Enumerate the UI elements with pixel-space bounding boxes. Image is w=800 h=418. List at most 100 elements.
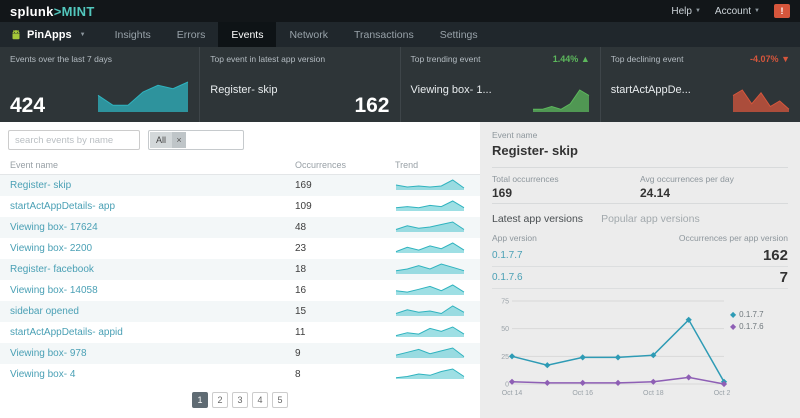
logo-mint: MINT [61,3,95,19]
nav-item-network[interactable]: Network [276,22,341,47]
event-name-link[interactable]: sidebar opened [10,306,79,317]
table-row[interactable]: Viewing box- 2200 23 [0,238,480,259]
sparkline-chart [395,179,465,190]
svg-text:Oct 14: Oct 14 [502,390,523,397]
trend-sparkline [385,196,480,217]
versions-line-chart: 0 25 50 75 Oct 14 Oct 16 Oct 18 Oct 20 [501,299,730,398]
nav-item-transactions[interactable]: Transactions [341,22,427,47]
trend-sparkline [385,174,480,196]
table-row[interactable]: sidebar opened 15 [0,301,480,322]
topbar: splunk>MINT Help ▼ Account ▼ ! [0,0,800,22]
events-7d-sparkline [97,79,189,116]
declining-event-name[interactable]: startActAppDe... [611,84,691,96]
declining-delta: -4.07% ▼ [750,54,790,64]
page-button-4[interactable]: 4 [252,392,268,408]
card-title: Top trending event [410,54,481,64]
divider [492,167,788,168]
occurrences-value: 11 [295,327,306,338]
content: All × Event name Occurrences Trend Regis… [0,122,800,418]
event-name-link[interactable]: Viewing box- 4 [10,369,75,380]
table-row[interactable]: startActAppDetails- appid 11 [0,322,480,343]
table-row[interactable]: Register- facebook 18 [0,259,480,280]
event-name-link[interactable]: Viewing box- 978 [10,348,87,359]
topbar-menus: Help ▼ Account ▼ ! [671,4,790,18]
trend-sparkline [385,259,480,280]
version-link[interactable]: 0.1.7.6 [492,272,523,283]
events-table: Event name Occurrences Trend Register- s… [0,156,480,385]
filter-chip-label: All [156,135,167,145]
column-header-occurrences: Occurrences [285,156,385,175]
table-row[interactable]: startActAppDetails- app 109 [0,196,480,217]
sparkline-chart [395,284,465,295]
sparkline-chart [395,200,465,211]
tab-popular-app-versions[interactable]: Popular app versions [601,213,700,225]
table-row[interactable]: Viewing box- 14058 16 [0,280,480,301]
legend-item-0.1.7.7: ◆ 0.1.7.7 [730,310,764,319]
page-button-5[interactable]: 5 [272,392,288,408]
top-event-value: 162 [354,94,390,117]
sparkline-chart [395,263,465,274]
table-row[interactable]: Register- skip 169 [0,174,480,196]
sparkline-chart [395,221,465,232]
nav-items: Insights Errors Events Network Transactions S… [102,22,491,47]
table-row[interactable]: Viewing box- 4 8 [0,364,480,385]
trend-up-icon: ▲ [580,54,590,64]
occurrences-value: 109 [295,201,312,212]
stat-total-occurrences: Total occurrences 169 [492,174,559,200]
nav-item-insights[interactable]: Insights [102,22,164,47]
help-menu[interactable]: Help ▼ [671,6,701,17]
remove-filter-icon[interactable]: × [172,132,187,148]
legend-swatch-icon: ◆ [730,322,737,331]
page-button-1[interactable]: 1 [192,392,208,408]
sparkline-chart [732,89,790,112]
nav-item-settings[interactable]: Settings [427,22,491,47]
page-button-2[interactable]: 2 [212,392,228,408]
detail-event-name-label: Event name [492,130,538,140]
summary-card-declining: Top declining event -4.07% ▼ startActApp… [599,47,800,122]
account-menu[interactable]: Account ▼ [715,6,760,17]
splunk-mint-logo: splunk>MINT [10,4,95,19]
version-row: 0.1.7.6 7 [492,267,788,289]
sparkline-chart [395,242,465,253]
event-name-link[interactable]: Register- skip [10,180,71,191]
page-button-3[interactable]: 3 [232,392,248,408]
nav-item-events[interactable]: Events [218,22,277,47]
svg-text:Oct 16: Oct 16 [572,390,593,397]
sparkline-chart [395,347,465,358]
svg-text:25: 25 [501,354,509,361]
filter-select[interactable]: All × [148,130,244,150]
trending-event-name[interactable]: Viewing box- 1... [411,84,492,96]
table-row[interactable]: Viewing box- 978 9 [0,343,480,364]
occurrences-value: 16 [295,285,307,296]
event-name-link[interactable]: startActAppDetails- app [10,201,115,212]
divider [492,203,788,204]
version-occurrences: 162 [762,247,788,264]
top-event-name[interactable]: Register- skip [210,84,277,96]
column-header-trend: Trend [385,156,480,175]
version-link[interactable]: 0.1.7.7 [492,250,523,261]
alerts-icon[interactable]: ! [774,4,790,18]
event-name-link[interactable]: startActAppDetails- appid [10,327,123,338]
legend-swatch-icon: ◆ [730,310,737,319]
stat-avg-occurrences: Avg occurrences per day 24.14 [640,174,734,200]
trend-sparkline [385,238,480,259]
summary-card-top-event: Top event in latest app version Register… [199,47,399,122]
event-name-link[interactable]: Viewing box- 17624 [10,222,98,233]
version-occurrences: 7 [779,269,788,286]
event-name-link[interactable]: Register- facebook [10,264,94,275]
event-name-link[interactable]: Viewing box- 2200 [10,243,92,254]
sparkline-chart [395,368,465,379]
app-switcher[interactable]: PinApps ▼ [8,22,96,47]
sparkline-chart [395,305,465,316]
nav-item-errors[interactable]: Errors [164,22,219,47]
search-input[interactable] [8,130,140,150]
event-name-link[interactable]: Viewing box- 14058 [10,285,98,296]
trend-sparkline [385,217,480,238]
card-title: Events over the last 7 days [10,54,113,64]
sparkline-chart [97,81,189,112]
table-row[interactable]: Viewing box- 17624 48 [0,217,480,238]
detail-event-name: Register- skip [492,143,578,158]
navbar: PinApps ▼ Insights Errors Events Network Tra… [0,22,800,47]
legend-item-0.1.7.6: ◆ 0.1.7.6 [730,322,764,331]
tab-latest-app-versions[interactable]: Latest app versions [492,213,583,225]
